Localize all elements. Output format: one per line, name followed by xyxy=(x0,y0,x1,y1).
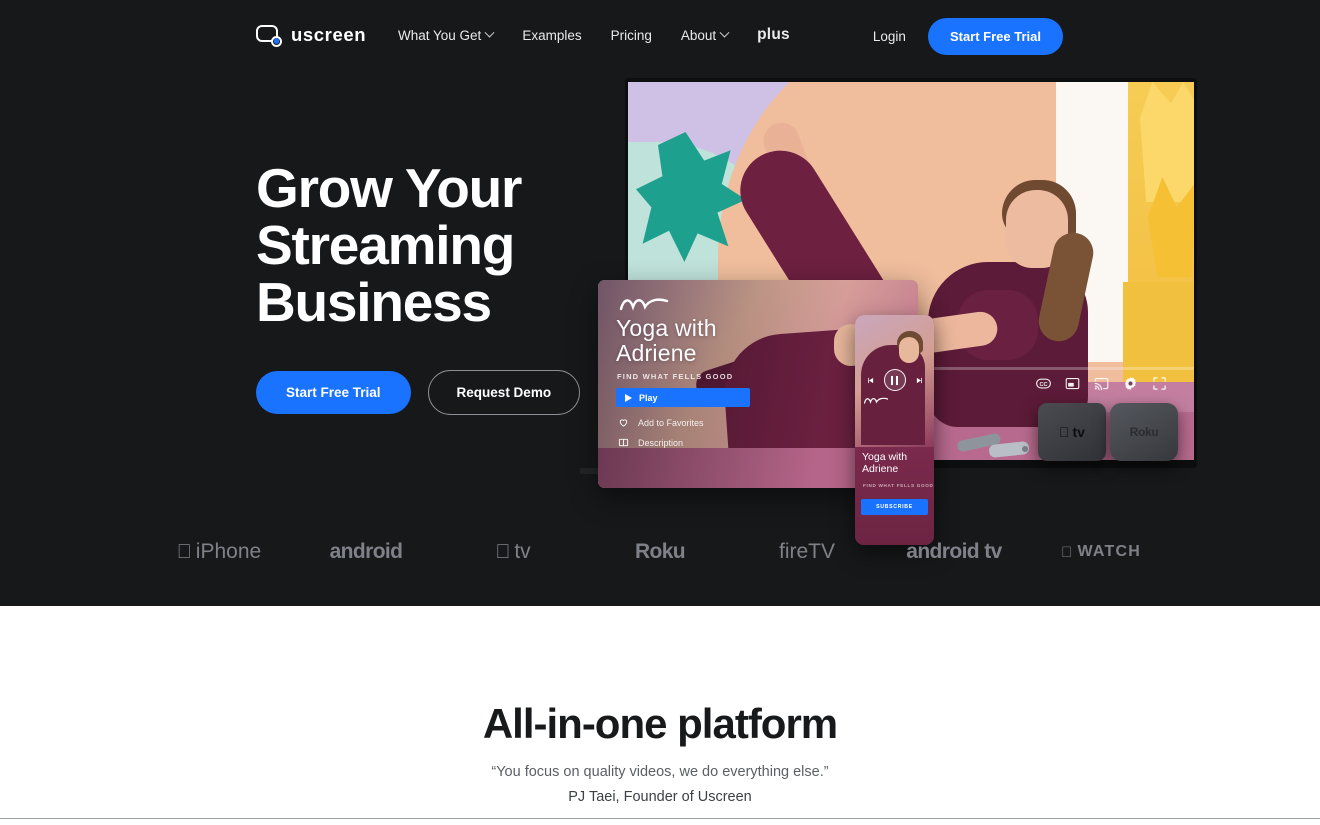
apple-icon:  xyxy=(1059,424,1070,440)
nav-right: Login Start Free Trial xyxy=(873,18,1063,55)
bottom-divider xyxy=(0,818,1320,819)
play-button[interactable]: Play xyxy=(616,388,750,407)
nav-item-what-you-get[interactable]: What You Get xyxy=(398,27,495,43)
phone-video-area xyxy=(855,315,934,447)
hero-title-line-1: Grow Your xyxy=(256,157,522,219)
pause-button[interactable] xyxy=(883,369,906,391)
closed-captions-icon[interactable]: CC xyxy=(1036,376,1051,391)
card-title-line-2: Adriene xyxy=(616,339,697,366)
nav-item-examples[interactable]: Examples xyxy=(522,28,581,43)
request-demo-button[interactable]: Request Demo xyxy=(427,369,581,415)
phone-info-area: Yoga with Adriene FIND WHAT FELLS GOOD S… xyxy=(855,397,934,545)
supported-platforms-row:  iPhone android  tv Roku fireTV androi… xyxy=(0,540,1320,564)
mobile-phone-mockup: Yoga with Adriene FIND WHAT FELLS GOOD S… xyxy=(855,315,934,545)
apple-tv-label:  tv xyxy=(1059,424,1085,440)
picture-in-picture-icon[interactable] xyxy=(1065,376,1080,391)
next-track-icon[interactable] xyxy=(915,376,924,385)
platform-apple-watch:  WATCH xyxy=(1028,543,1175,561)
device-label-text: tv xyxy=(1067,424,1085,440)
apple-icon:  xyxy=(177,542,192,562)
platform-roku: Roku xyxy=(634,540,686,563)
nav-links: What You Get Examples Pricing About plus xyxy=(398,26,790,44)
nav-item-plus[interactable]: plus xyxy=(757,26,790,44)
hero-cta-group: Start Free Trial Request Demo xyxy=(256,369,586,415)
page-root: uscreen What You Get Examples Pricing Ab… xyxy=(0,0,1320,825)
brand-name: uscreen xyxy=(291,24,367,45)
navbar: uscreen What You Get Examples Pricing Ab… xyxy=(0,0,1320,72)
platform-label: tv xyxy=(506,540,530,563)
phone-title-line-2: Adriene xyxy=(862,463,899,476)
platform-label: iPhone xyxy=(188,540,261,563)
hero-device-artwork: CC tv Roku Yoga with Adriene FIND WHAT F… xyxy=(580,70,1205,545)
subscribe-button[interactable]: SUBSCRIBE xyxy=(861,499,928,515)
platform-iphone:  iPhone xyxy=(146,540,293,564)
section-quote: “You focus on quality videos, we do ever… xyxy=(491,764,829,780)
phone-playback-controls xyxy=(855,369,934,391)
chevron-down-icon xyxy=(719,27,730,38)
apple-icon:  xyxy=(495,542,510,562)
hero-copy: Grow Your Streaming Business Start Free … xyxy=(256,157,586,415)
apple-icon:  xyxy=(1061,545,1073,560)
apple-tv-device:  tv xyxy=(1038,403,1106,461)
card-title: Yoga with Adriene xyxy=(616,316,717,366)
brand-logo[interactable]: uscreen xyxy=(256,24,367,47)
phone-card-subtitle: FIND WHAT FELLS GOOD xyxy=(863,483,934,488)
section-attribution: PJ Taei, Founder of Uscreen xyxy=(568,789,752,805)
platform-android: android xyxy=(329,540,403,563)
platform-fire-tv: fireTV xyxy=(778,540,835,563)
phone-title-line-1: Yoga with xyxy=(862,451,908,463)
card-subtitle: FIND WHAT FELLS GOOD xyxy=(617,372,734,381)
heart-icon xyxy=(619,419,628,427)
nav-label: About xyxy=(680,27,717,43)
yoga-brand-logo-icon xyxy=(619,298,669,311)
platform-label: WATCH xyxy=(1071,543,1139,560)
description-row[interactable]: Description xyxy=(618,437,683,448)
nav-item-pricing[interactable]: Pricing xyxy=(611,28,652,43)
chevron-down-icon xyxy=(484,27,495,38)
fullscreen-icon[interactable] xyxy=(1152,376,1167,391)
favorites-label: Add to Favorites xyxy=(638,417,704,428)
all-in-one-section: All-in-one platform “You focus on qualit… xyxy=(0,606,1320,825)
book-icon xyxy=(618,438,629,447)
play-icon xyxy=(625,393,632,402)
svg-text:CC: CC xyxy=(1039,382,1047,388)
hero-title-line-3: Business xyxy=(256,271,492,334)
start-free-trial-button-hero[interactable]: Start Free Trial xyxy=(256,370,411,414)
nav-item-about[interactable]: About xyxy=(680,27,730,43)
fire-tv-stick-device xyxy=(955,425,1047,467)
cast-icon[interactable] xyxy=(1094,376,1109,391)
hero-title-line-2: Streaming xyxy=(256,214,515,277)
previous-track-icon[interactable] xyxy=(866,376,875,385)
play-label: Play xyxy=(639,392,658,403)
add-to-favorites-row[interactable]: Add to Favorites xyxy=(618,417,704,428)
page-title: Grow Your Streaming Business xyxy=(256,157,586,334)
phone-card-title: Yoga with Adriene xyxy=(862,451,907,475)
roku-device: Roku xyxy=(1110,403,1178,461)
yoga-brand-logo-icon xyxy=(863,397,889,404)
login-link[interactable]: Login xyxy=(873,29,906,44)
start-free-trial-button-nav[interactable]: Start Free Trial xyxy=(927,18,1063,55)
nav-label: What You Get xyxy=(398,27,482,43)
description-label: Description xyxy=(638,437,684,448)
platform-android-tv: android tv xyxy=(906,540,1002,563)
settings-gear-icon[interactable] xyxy=(1123,376,1138,391)
roku-label: Roku xyxy=(1129,425,1159,439)
platform-apple-tv:  tv xyxy=(440,540,587,564)
hero-section: uscreen What You Get Examples Pricing Ab… xyxy=(0,0,1320,606)
player-controls: CC xyxy=(1036,376,1167,391)
uscreen-logo-icon xyxy=(256,24,282,47)
section-title: All-in-one platform xyxy=(482,700,838,747)
card-title-line-1: Yoga with xyxy=(616,315,717,341)
